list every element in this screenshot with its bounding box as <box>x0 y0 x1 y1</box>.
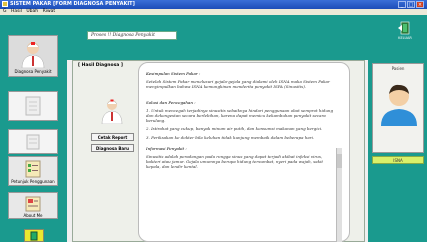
patient-panel: Pasien <box>372 63 424 153</box>
sidebar-item-label: Diagnosa Penyakit <box>14 69 52 74</box>
new-diagnosis-button[interactable]: Diagnosa Baru <box>91 144 134 152</box>
conclusion-text: Setelah Sistem Pakar menelusuri gejala-g… <box>146 79 330 90</box>
exit-door-icon <box>398 21 410 35</box>
advice-item: 3. Periksakan ke dokter bila keluhan tid… <box>146 134 315 140</box>
advice-item: 1. Untuk mencegah terjadinya sinusitis s… <box>146 107 334 124</box>
menu-item[interactable]: Hasil <box>11 9 22 14</box>
diagnosa-penyakit-button[interactable]: Diagnosa Penyakit <box>8 35 58 77</box>
checklist-icon <box>25 160 41 178</box>
user-avatar-icon <box>381 84 417 126</box>
section-title: [ Hasil Diagnosa ] <box>78 63 123 68</box>
about-me-button[interactable]: About Me <box>8 192 58 219</box>
menu-item[interactable]: G <box>3 9 7 14</box>
advice-title: Solusi dan Pencegahan : <box>146 99 196 105</box>
doctor-icon <box>21 42 45 69</box>
bottom-sidebar-button[interactable] <box>24 229 44 242</box>
scrollbar-thumb[interactable] <box>337 154 342 168</box>
doctor-avatar-icon <box>101 99 123 124</box>
menu-item[interactable]: Riwat <box>43 9 56 14</box>
sidebar-item-label: Petunjuk Penggunaan <box>11 179 55 184</box>
welcome-banner: Proses !! Diagnosa Penyakit <box>87 31 177 40</box>
petunjuk-penggunaan-button[interactable]: Petunjuk Penggunaan <box>8 156 58 186</box>
menu-item[interactable]: Ubah <box>26 9 38 14</box>
advice-item: 2. Istirahat yang cukup, banyak minum ai… <box>146 126 323 132</box>
document-icon <box>25 96 41 116</box>
minimize-button[interactable]: _ <box>398 1 406 8</box>
report-scrollbar[interactable] <box>336 148 342 242</box>
conclusion-title: Kesimpulan Sistem Pakar : <box>146 71 201 76</box>
print-report-button[interactable]: Cetak Report <box>91 133 134 141</box>
logout-button[interactable]: KELUAR <box>395 21 415 43</box>
exit-icon <box>30 231 38 241</box>
sidebar-button-disabled[interactable] <box>8 129 58 154</box>
close-button[interactable]: × <box>416 1 424 8</box>
report-text[interactable]: Kesimpulan Sistem Pakar : Setelah Sistem… <box>146 67 336 242</box>
title-bar: SISTEM PAKAR [FORM DIAGNOSA PENYAKIT] _ … <box>0 0 427 9</box>
app-icon <box>2 1 8 7</box>
maximize-button[interactable]: □ <box>407 1 415 8</box>
logout-label: KELUAR <box>398 36 412 40</box>
sidebar-button-disabled[interactable] <box>8 91 58 121</box>
sidebar-item-label: About Me <box>23 213 43 218</box>
info-title: Informasi Penyakit : <box>146 145 187 151</box>
document-icon <box>26 134 40 150</box>
info-document-icon <box>25 196 41 212</box>
patient-name: ISNA <box>372 156 424 164</box>
window-title: SISTEM PAKAR [FORM DIAGNOSA PENYAKIT] <box>10 1 135 7</box>
patient-panel-label: Pasien <box>391 66 405 71</box>
info-text: Sinusitis adalah peradangan pada rongga … <box>146 154 323 170</box>
